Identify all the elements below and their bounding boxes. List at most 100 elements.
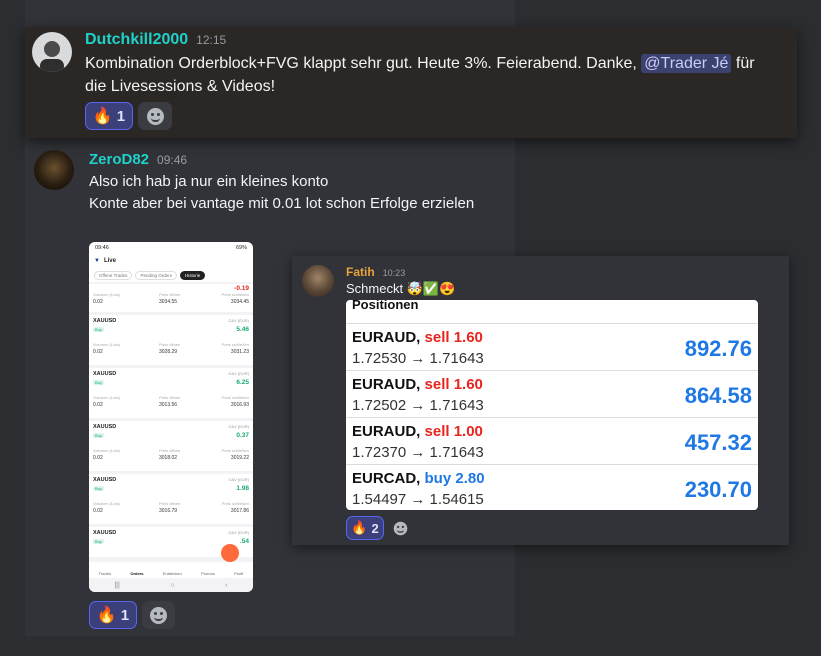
phone-tabs: Offene Trades Pending Orders Historie: [89, 268, 253, 282]
phone-header: ▼ Live: [89, 254, 253, 268]
user-mention[interactable]: @Trader Jé: [641, 54, 732, 73]
position-prices: 1.54497 → 1.54615: [352, 491, 484, 508]
phone-trade-field: G&V (EUR): [228, 318, 249, 323]
phone-trade-field: 3017.86: [230, 508, 249, 514]
phone-trade-field: Preis schließen: [221, 448, 249, 453]
message-timestamp: 09:46: [157, 153, 188, 167]
position-symbol: EURAUD,: [352, 376, 421, 393]
phone-trade-field: 0.02: [93, 455, 103, 461]
phone-trade-field: Buy: [93, 380, 104, 385]
position-side: sell 1.60: [424, 329, 483, 346]
phone-trade-field: 3013.56: [159, 402, 178, 408]
fire-reaction[interactable]: 🔥 1: [89, 601, 137, 629]
phone-trade-field: XAUUSD: [93, 424, 117, 430]
position-profit: 864.58: [684, 383, 752, 408]
position-row: EURAUD, sell 1.60 1.72502 → 1.71643 864.58: [346, 370, 758, 417]
phone-trade-field: Buy: [93, 433, 104, 438]
phone-system-nav: ||| ○ ‹: [89, 578, 253, 592]
fire-reaction[interactable]: 🔥 2: [346, 516, 384, 540]
phone-trade-row: XAUUSD Buy G&V (EUR) 1.98 Volumen (Lots) Prei…: [89, 474, 253, 524]
smiley-icon: [150, 606, 167, 624]
message-fatih: Fatih 10:23 Schmeckt 🤯✅😍 Positionen EURAU…: [292, 256, 789, 545]
position-row: EURCAD, buy 2.80 1.54497 → 1.54615 230.70: [346, 464, 758, 510]
message-timestamp: 10:23: [382, 268, 406, 278]
position-header: EURAUD, sell 1.00: [352, 423, 483, 440]
reaction-count: 1: [116, 107, 126, 125]
add-reaction-button[interactable]: [388, 517, 412, 539]
position-header: EURCAD, buy 2.80: [352, 470, 485, 487]
phone-trade-field: Volumen (Lots): [93, 501, 120, 506]
avatar[interactable]: [302, 265, 334, 297]
phone-trade-row: XAUUSD Buy G&V (EUR) 6.25 Volumen (Lots) Prei…: [89, 368, 253, 418]
phone-status-bar: 09:46 69%: [89, 242, 253, 254]
attachment-image-phone-screenshot[interactable]: 09:46 69% ▼ Live Offene Trades Pending Ord…: [89, 242, 253, 592]
phone-trade-field: XAUUSD: [93, 477, 117, 483]
phone-trade-field: Preis öffnen: [159, 501, 181, 506]
phone-trade-field: XAUUSD: [93, 530, 117, 536]
position-prices: 1.72502 → 1.71643: [352, 397, 484, 414]
phone-trade-field: 3031.23: [230, 349, 249, 355]
phone-trade-field: G&V (EUR): [228, 477, 249, 482]
phone-trade-field: 3016.79: [159, 508, 178, 514]
position-profit: 892.76: [684, 336, 752, 361]
phone-bottom-nav: Trades Orders Entdecken Promos Profil: [89, 562, 253, 578]
fire-icon: 🔥: [96, 607, 117, 624]
message-timestamp: 12:15: [196, 33, 227, 47]
phone-trade-row: -0.19 Volumen (Lots) Preis öffnen Preis …: [89, 284, 253, 312]
reaction-count: 2: [371, 520, 379, 536]
fire-icon: 🔥: [351, 520, 368, 535]
phone-fab-icon: [221, 544, 239, 562]
position-row: EURAUD, sell 1.60 1.72530 → 1.71643 892.76: [346, 323, 758, 370]
position-row: EURAUD, sell 1.00 1.72370 → 1.71643 457.32: [346, 417, 758, 464]
position-symbol: EURAUD,: [352, 423, 421, 440]
position-profit: 457.32: [684, 430, 752, 455]
position-header: EURAUD, sell 1.60: [352, 376, 483, 393]
position-header: EURAUD, sell 1.60: [352, 329, 483, 346]
message-text: Also ich hab ja nur ein kleines konto Ko…: [89, 171, 509, 215]
phone-trade-field: 3018.02: [159, 455, 178, 461]
phone-trade-field: Volumen (Lots): [93, 395, 120, 400]
phone-trade-field: 0.37: [236, 432, 249, 439]
avatar[interactable]: [34, 150, 74, 190]
phone-trade-field: Preis öffnen: [159, 448, 181, 453]
message-author[interactable]: Fatih 10:23: [346, 265, 405, 279]
phone-trade-field: Buy: [93, 539, 104, 544]
phone-trade-field: G&V (EUR): [228, 371, 249, 376]
message-author[interactable]: Dutchkill2000 12:15: [85, 31, 226, 49]
message-dutchkill2000: Dutchkill2000 12:15 Kombination Orderbloc…: [25, 27, 797, 138]
position-prices: 1.72370 → 1.71643: [352, 444, 484, 461]
phone-tab: Historie: [179, 270, 206, 280]
add-reaction-button[interactable]: [138, 102, 172, 130]
phone-trade-field: Preis schließen: [221, 501, 249, 506]
message-author[interactable]: ZeroD82 09:46: [89, 151, 187, 168]
phone-trade-field: 0.02: [93, 508, 103, 514]
phone-trade-field: Preis schließen: [221, 395, 249, 400]
message-text: Kombination Orderblock+FVG klappt sehr g…: [85, 54, 755, 95]
message-text: Schmeckt 🤯✅😍: [346, 281, 456, 296]
phone-trade-field: .54: [239, 538, 249, 545]
phone-trade-field: 1.98: [236, 485, 249, 492]
phone-tab: Offene Trades: [94, 270, 133, 280]
attachment-image-positions[interactable]: Positionen EURAUD, sell 1.60 1.72530 → 1.…: [346, 300, 758, 510]
smiley-icon: [146, 107, 164, 125]
fire-reaction[interactable]: 🔥 1: [85, 102, 133, 130]
positions-title: Positionen: [352, 300, 419, 312]
phone-trade-field: Preis öffnen: [159, 395, 181, 400]
phone-trade-field: 0.02: [93, 402, 103, 408]
phone-trade-field: 5.46: [236, 326, 249, 333]
phone-tab: Pending Orders: [135, 270, 177, 280]
phone-trade-field: Preis schließen: [221, 342, 249, 347]
fire-icon: 🔥: [92, 108, 113, 125]
position-symbol: EURAUD,: [352, 329, 421, 346]
position-side: sell 1.00: [424, 423, 483, 440]
phone-trade-field: 3016.93: [230, 402, 249, 408]
phone-trade-field: Preis öffnen: [159, 342, 181, 347]
add-reaction-button[interactable]: [142, 601, 175, 629]
position-side: sell 1.60: [424, 376, 483, 393]
avatar[interactable]: [32, 32, 72, 72]
phone-trade-field: XAUUSD: [93, 318, 117, 324]
phone-trade-field: G&V (EUR): [228, 530, 249, 535]
phone-trade-row: XAUUSD Buy G&V (EUR) 0.37 Volumen (Lots) Prei…: [89, 421, 253, 471]
phone-trade-field: 3019.22: [230, 455, 249, 461]
phone-trade-field: Volumen (Lots): [93, 448, 120, 453]
